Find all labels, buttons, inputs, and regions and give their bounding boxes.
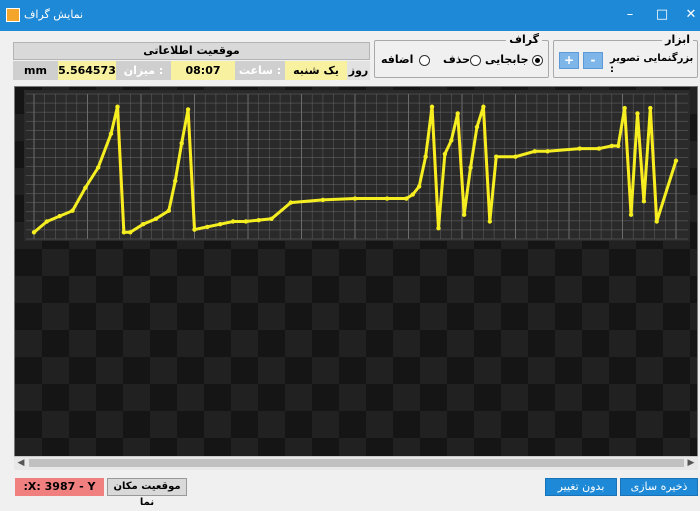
unit-label: mm bbox=[13, 61, 58, 80]
graph-point bbox=[96, 165, 101, 170]
graph-point bbox=[468, 165, 473, 170]
graph-point bbox=[532, 149, 537, 154]
graph-point bbox=[436, 226, 441, 231]
scroll-thumb[interactable] bbox=[29, 459, 684, 467]
graph-gridlines bbox=[26, 93, 688, 240]
day-label: روز : bbox=[347, 61, 370, 96]
graph-point bbox=[140, 222, 146, 227]
app-icon bbox=[6, 8, 20, 22]
graph-point bbox=[44, 219, 50, 224]
graph-point bbox=[429, 104, 435, 109]
graph-point bbox=[648, 105, 653, 111]
graph-point bbox=[243, 219, 249, 224]
graph-point bbox=[108, 131, 114, 136]
graph-point bbox=[352, 196, 358, 201]
cursor-location-button[interactable]: موقعیت مکان نما bbox=[107, 478, 187, 508]
tools-group: ابزار + - بزرگنمایی تصویر : bbox=[553, 33, 698, 78]
graph-point bbox=[596, 146, 602, 151]
graph-point bbox=[217, 222, 223, 227]
window-title: نمایش گراف bbox=[24, 8, 84, 21]
graph-point bbox=[31, 230, 37, 235]
maximize-button[interactable]: □ bbox=[652, 6, 672, 24]
graph-mode-group: گراف اضافه حذف جابجایی bbox=[374, 33, 549, 78]
graph-point bbox=[205, 224, 210, 230]
time-label: ساعت : bbox=[235, 61, 285, 80]
amount-value: 5.564573 bbox=[58, 61, 116, 80]
graph-point bbox=[455, 111, 460, 116]
graph-point bbox=[442, 151, 448, 157]
graph-point bbox=[673, 158, 679, 163]
title-bar: نمایش گراف – □ ✕ bbox=[0, 0, 700, 31]
graph-point bbox=[622, 105, 627, 111]
info-header: موقعیت اطلاعاتی bbox=[13, 42, 370, 60]
zoom-label: بزرگنمایی تصویر : bbox=[610, 53, 694, 75]
graph-point bbox=[269, 216, 274, 221]
graph-point bbox=[192, 227, 197, 232]
amount-label: میزان : bbox=[116, 61, 171, 80]
zoom-out-button[interactable]: - bbox=[583, 52, 603, 69]
graph-point bbox=[513, 154, 518, 159]
graph-point bbox=[609, 143, 614, 149]
graph-point bbox=[115, 104, 120, 109]
graph-point bbox=[256, 217, 261, 223]
graph-point bbox=[179, 141, 184, 146]
graph-point bbox=[628, 212, 634, 217]
graph-point bbox=[70, 208, 75, 213]
radio-delete[interactable] bbox=[470, 55, 481, 66]
graph-point bbox=[230, 219, 236, 224]
graph-point bbox=[641, 199, 647, 204]
graph-point bbox=[494, 154, 499, 159]
graph-point bbox=[410, 192, 415, 197]
graph-point bbox=[173, 178, 178, 184]
graph-point bbox=[320, 197, 326, 203]
graph-point bbox=[417, 184, 422, 189]
graph-point bbox=[83, 185, 88, 190]
zoom-in-button[interactable]: + bbox=[559, 52, 579, 69]
graph-point bbox=[461, 212, 467, 217]
graph-point bbox=[449, 138, 454, 143]
graph-point bbox=[487, 219, 493, 224]
radio-add-label: اضافه bbox=[381, 53, 414, 66]
info-position-panel: موقعیت اطلاعاتی mm 5.564573 میزان : 08:0… bbox=[13, 42, 370, 96]
cursor-xy-readout: :X: 3987 - Y bbox=[15, 478, 104, 496]
graph-point bbox=[654, 219, 659, 224]
radio-move[interactable] bbox=[532, 55, 543, 66]
graph-point bbox=[121, 230, 127, 235]
graph-point bbox=[57, 213, 62, 219]
horizontal-scrollbar[interactable]: ◀ ▶ bbox=[14, 456, 698, 470]
tools-legend: ابزار bbox=[662, 33, 693, 46]
graph-point bbox=[128, 230, 133, 235]
graph-point bbox=[616, 143, 621, 149]
graph-point bbox=[545, 149, 550, 154]
graph-viewer[interactable] bbox=[14, 86, 698, 470]
graph-point bbox=[481, 104, 486, 109]
graph-mode-legend: گراف bbox=[506, 33, 542, 46]
info-row: mm 5.564573 میزان : 08:07 ساعت : یک شنبه… bbox=[13, 61, 370, 96]
graph-point bbox=[166, 208, 172, 213]
graph-point bbox=[423, 154, 428, 159]
graph-point bbox=[185, 107, 191, 112]
graph-point bbox=[635, 111, 640, 116]
graph-point bbox=[384, 196, 390, 201]
minimize-button[interactable]: – bbox=[620, 6, 640, 24]
graph-point bbox=[404, 196, 409, 201]
save-button[interactable]: ذخیره سازی bbox=[620, 478, 698, 496]
time-value: 08:07 bbox=[171, 61, 235, 80]
scroll-right-arrow-icon[interactable]: ▶ bbox=[684, 457, 698, 470]
graph-point bbox=[288, 200, 293, 205]
day-value: یک شنبه bbox=[285, 61, 347, 80]
radio-move-label: جابجایی bbox=[485, 53, 529, 66]
graph-image[interactable] bbox=[24, 90, 690, 241]
close-button[interactable]: ✕ bbox=[681, 6, 700, 24]
graph-point bbox=[474, 124, 480, 130]
radio-delete-label: حذف bbox=[443, 53, 471, 66]
graph-point bbox=[577, 146, 582, 151]
graph-point bbox=[153, 216, 159, 221]
radio-add[interactable] bbox=[419, 55, 430, 66]
scroll-left-arrow-icon[interactable]: ◀ bbox=[14, 457, 28, 470]
no-change-button[interactable]: بدون تغییر bbox=[545, 478, 617, 496]
